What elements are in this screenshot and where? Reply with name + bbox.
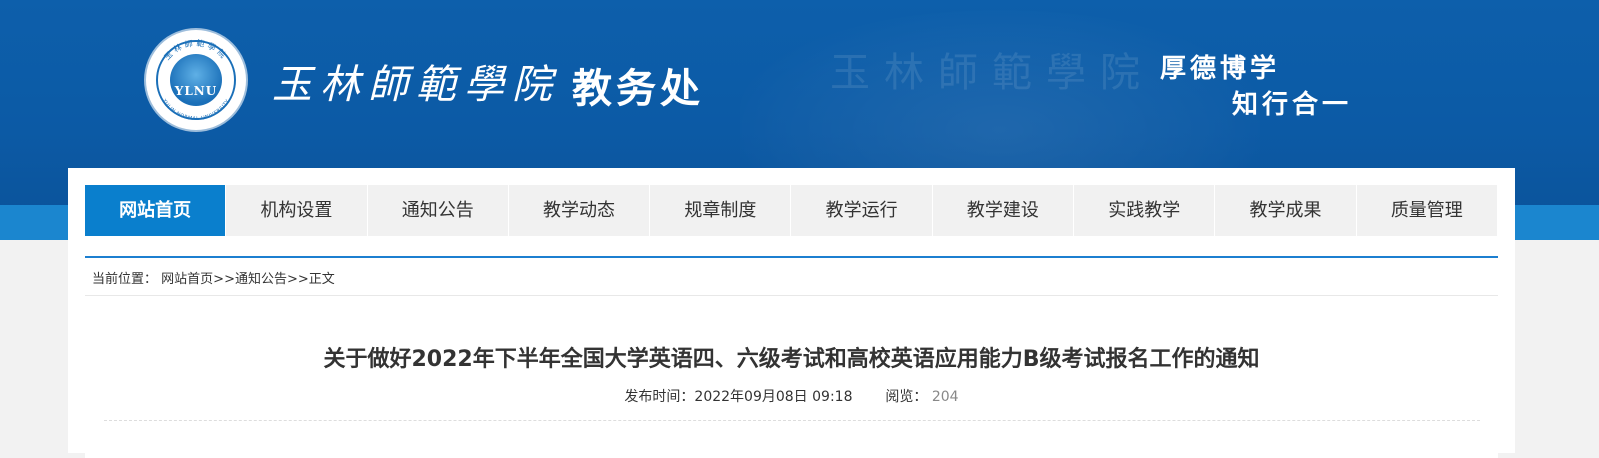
nav-item-regulations[interactable]: 规章制度 (650, 185, 792, 236)
logo-abbreviation: YLNU (174, 84, 218, 98)
views-label: 阅览： (885, 389, 928, 405)
publish-time: 2022年09月08日 09:18 (694, 389, 853, 405)
nav-item-practice-teaching[interactable]: 实践教学 (1074, 185, 1216, 236)
publish-time-label: 发布时间： (624, 389, 695, 405)
nav-item-teaching-construction[interactable]: 教学建设 (933, 185, 1075, 236)
school-name: 玉林師範學院 (272, 62, 560, 108)
nav-item-teaching-news[interactable]: 教学动态 (509, 185, 651, 236)
breadcrumb-current: 正文 (308, 272, 335, 287)
breadcrumb-link-home[interactable]: 网站首页 (161, 272, 213, 287)
nav-item-notices[interactable]: 通知公告 (368, 185, 509, 236)
nav-item-organization[interactable]: 机构设置 (226, 185, 368, 236)
main-card: 网站首页 机构设置 通知公告 教学动态 规章制度 教学运行 教学建设 实践教学 … (68, 168, 1515, 458)
nav-item-teaching-operations[interactable]: 教学运行 (791, 185, 933, 236)
breadcrumb-prefix: 当前位置： (92, 272, 158, 287)
nav-item-teaching-achievements[interactable]: 教学成果 (1215, 185, 1357, 236)
school-name-watermark: 玉林師範學院 (830, 50, 1154, 96)
article-meta: 发布时间：2022年09月08日 09:18 阅览： 204 (85, 386, 1498, 406)
main-nav: 网站首页 机构设置 通知公告 教学动态 规章制度 教学运行 教学建设 实践教学 … (85, 185, 1498, 236)
breadcrumb-link-notices[interactable]: 通知公告 (235, 272, 287, 287)
book-tree-icon: YLNU (170, 54, 222, 106)
views-count: 204 (931, 389, 959, 405)
nav-item-home[interactable]: 网站首页 (85, 185, 227, 236)
breadcrumb-separator: >> (286, 272, 309, 287)
breadcrumb-separator: >> (213, 272, 235, 287)
article-container: 当前位置： 网站首页>>通知公告>>正文 关于做好2022年下半年全国大学英语四… (85, 256, 1498, 458)
article-title: 关于做好2022年下半年全国大学英语四、六级考试和高校英语应用能力B级考试报名工… (323, 346, 1260, 372)
meta-divider (104, 420, 1480, 421)
motto-line-2: 知行合一 (1232, 90, 1353, 120)
department-name: 教务处 (572, 66, 704, 112)
breadcrumb: 当前位置： 网站首页>>通知公告>>正文 (92, 268, 335, 287)
motto-line-1: 厚德博学 (1160, 54, 1281, 84)
university-logo[interactable]: 玉林師範學院 YULIN NORMAL UNIVERSITY YLNU (146, 30, 246, 130)
breadcrumb-divider (85, 295, 1498, 296)
logo-inner-ring: YLNU (156, 40, 236, 120)
nav-item-quality-management[interactable]: 质量管理 (1357, 185, 1498, 236)
